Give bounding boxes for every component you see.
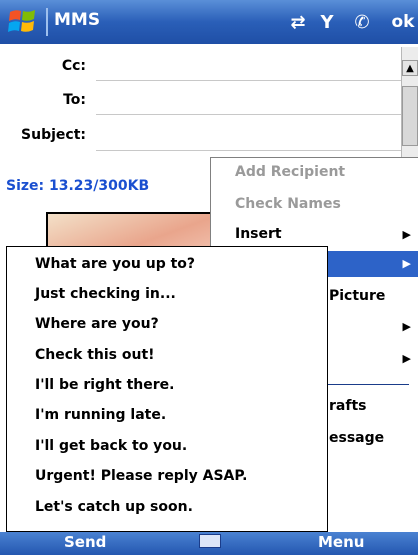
size-indicator: Size: 13.23/300KB bbox=[6, 178, 150, 194]
scroll-up-icon[interactable]: ▲ bbox=[402, 60, 418, 76]
menu-item-insert[interactable]: Insert bbox=[235, 226, 282, 242]
quick-text-item[interactable]: Let's catch up soon. bbox=[35, 499, 193, 515]
windows-start-icon[interactable] bbox=[6, 6, 40, 38]
submenu-arrow-icon: ▶ bbox=[402, 320, 411, 333]
quick-text-item[interactable]: I'll get back to you. bbox=[35, 438, 187, 454]
title-bar: MMS ⇄ Y ✆ ok bbox=[0, 0, 418, 44]
cc-field[interactable] bbox=[96, 80, 404, 81]
cc-label: Cc: bbox=[61, 58, 86, 74]
quick-text-item[interactable]: Just checking in... bbox=[35, 286, 176, 302]
phone-icon[interactable]: ✆ bbox=[350, 8, 374, 36]
quick-text-item[interactable]: Urgent! Please reply ASAP. bbox=[35, 468, 247, 484]
to-field[interactable] bbox=[96, 114, 404, 115]
to-label: To: bbox=[63, 92, 86, 108]
quick-text-item[interactable]: I'm running late. bbox=[35, 407, 166, 423]
quick-text-item[interactable]: Where are you? bbox=[35, 316, 159, 332]
title-separator bbox=[46, 8, 48, 36]
submenu-arrow-icon: ▶ bbox=[402, 228, 411, 241]
ok-button[interactable]: ok bbox=[388, 6, 418, 38]
connectivity-icon[interactable]: ⇄ bbox=[286, 8, 310, 36]
menu-item-check-names[interactable]: Check Names bbox=[235, 196, 341, 212]
menu-item-picture[interactable]: Picture bbox=[329, 288, 385, 304]
subject-field[interactable] bbox=[96, 150, 404, 151]
softkey-bar: Send Menu bbox=[0, 532, 418, 555]
scroll-thumb[interactable] bbox=[402, 86, 418, 146]
quick-text-item[interactable]: What are you up to? bbox=[35, 256, 195, 272]
menu-softkey[interactable]: Menu bbox=[318, 533, 364, 551]
submenu-arrow-icon: ▶ bbox=[402, 257, 411, 270]
quick-text-item[interactable]: Check this out! bbox=[35, 347, 155, 363]
menu-item-add-recipient[interactable]: Add Recipient bbox=[235, 164, 345, 180]
menu-item-drafts[interactable]: rafts bbox=[329, 398, 366, 414]
quick-text-menu: What are you up to? Just checking in... … bbox=[6, 246, 328, 532]
submenu-arrow-icon: ▶ bbox=[402, 352, 411, 365]
subject-label: Subject: bbox=[21, 127, 86, 143]
send-softkey[interactable]: Send bbox=[64, 533, 106, 551]
keyboard-icon[interactable] bbox=[199, 534, 221, 548]
app-title: MMS bbox=[54, 10, 101, 30]
menu-item-message[interactable]: essage bbox=[329, 430, 384, 446]
quick-text-item[interactable]: I'll be right there. bbox=[35, 377, 175, 393]
signal-icon[interactable]: Y bbox=[316, 8, 338, 36]
